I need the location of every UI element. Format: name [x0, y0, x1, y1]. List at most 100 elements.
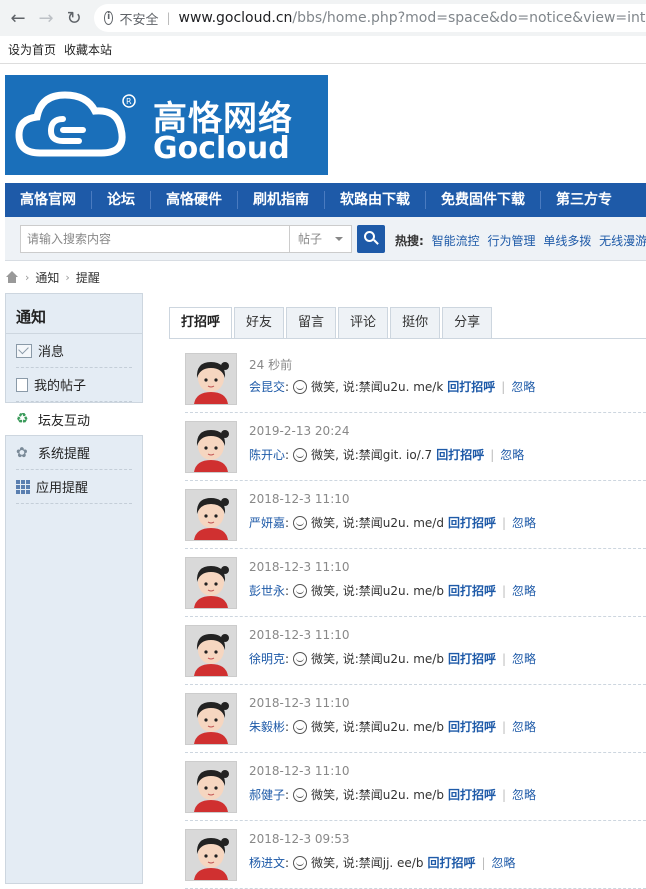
avatar[interactable] [185, 829, 237, 881]
reply-greet-link[interactable]: 回打招呼 [447, 378, 495, 395]
colon: : [285, 651, 290, 666]
notice-line: 朱毅彬: 微笑, 说:禁闻u2u. me/b 回打招呼 | 忽略 [249, 718, 536, 735]
breadcrumb-notice[interactable]: 通知 [35, 269, 59, 286]
search-scope-select[interactable]: 帖子 [290, 225, 352, 253]
notice-user-link[interactable]: 徐明克 [249, 650, 285, 667]
action-separator: | [501, 787, 507, 802]
tab-divider [169, 338, 646, 339]
notice-user-link[interactable]: 郝健子 [249, 786, 285, 803]
hot-term[interactable]: 行为管理 [487, 234, 535, 248]
sidebar-item-interaction[interactable]: ♻ 坛友互动 [5, 402, 143, 436]
nav-soft-router-download[interactable]: 软路由下载 [325, 191, 426, 209]
search-input[interactable]: 请输入搜索内容 [20, 225, 290, 253]
recycle-icon: ♻ [16, 411, 29, 427]
action-separator: | [501, 651, 507, 666]
search-bar: 请输入搜索内容 帖子 热搜: 智能流控 行为管理 单线多拨 无线漫游 [5, 217, 646, 261]
reply-greet-link[interactable]: 回打招呼 [448, 786, 496, 803]
tab-reviews[interactable]: 评论 [338, 307, 389, 338]
notice-message: 微笑, 说:禁闻u2u. me/b [311, 788, 444, 802]
ignore-link[interactable]: 忽略 [512, 718, 536, 735]
avatar[interactable] [185, 489, 237, 541]
smile-icon [293, 583, 308, 598]
nav-hardware[interactable]: 高恪硬件 [151, 191, 238, 209]
notice-user-link[interactable]: 彭世永 [249, 582, 285, 599]
info-icon[interactable]: i [104, 11, 114, 25]
hot-search-label: 热搜: [395, 234, 424, 248]
tab-support[interactable]: 挺你 [390, 307, 441, 338]
notice-line: 会昆交: 微笑, 说:禁闻u2u. me/k 回打招呼 | 忽略 [249, 378, 535, 395]
tab-greet[interactable]: 打招呼 [169, 307, 233, 339]
notice-item: 2018-12-3 11:10 徐明克: 微笑, 说:禁闻u2u. me/b 回打招呼… [185, 617, 646, 685]
ignore-link[interactable]: 忽略 [492, 854, 516, 871]
nav-flash-guide[interactable]: 刷机指南 [238, 191, 325, 209]
notice-user-link[interactable]: 陈开心 [249, 446, 285, 463]
notice-time: 2018-12-3 11:10 [249, 560, 350, 574]
ignore-link[interactable]: 忽略 [500, 446, 524, 463]
smile-icon [293, 447, 308, 462]
notice-user-link[interactable]: 朱毅彬 [249, 718, 285, 735]
sidebar-item-system[interactable]: ✿ 系统提醒 [16, 436, 132, 470]
security-label: 不安全 [119, 12, 159, 28]
tab-share[interactable]: 分享 [442, 307, 493, 338]
tab-friends[interactable]: 好友 [234, 307, 285, 338]
reply-greet-link[interactable]: 回打招呼 [448, 514, 496, 531]
nav-free-firmware[interactable]: 免费固件下载 [426, 191, 541, 209]
top-links: 设为首页 收藏本站 [0, 36, 646, 64]
reply-greet-link[interactable]: 回打招呼 [448, 718, 496, 735]
avatar[interactable] [185, 625, 237, 677]
ignore-link[interactable]: 忽略 [512, 650, 536, 667]
bookmark-site-link[interactable]: 收藏本站 [64, 41, 112, 58]
tab-comments-wall[interactable]: 留言 [286, 307, 337, 338]
reply-greet-link[interactable]: 回打招呼 [448, 582, 496, 599]
ignore-link[interactable]: 忽略 [512, 786, 536, 803]
hot-term[interactable]: 单线多拨 [543, 234, 591, 248]
address-bar[interactable]: i 不安全 | www.gocloud.cn/bbs/home.php?mod=… [94, 4, 646, 32]
avatar[interactable] [185, 353, 237, 405]
colon: : [285, 379, 290, 394]
avatar[interactable] [185, 421, 237, 473]
home-icon[interactable] [5, 271, 19, 283]
avatar[interactable] [185, 761, 237, 813]
hot-term[interactable]: 智能流控 [432, 234, 480, 248]
sidebar-item-label: 系统提醒 [38, 447, 91, 462]
colon: : [285, 447, 290, 462]
hot-term[interactable]: 无线漫游 [599, 234, 646, 248]
nav-forum[interactable]: 论坛 [92, 191, 151, 209]
set-homepage-link[interactable]: 设为首页 [8, 41, 56, 58]
reload-icon[interactable]: ↻ [60, 4, 88, 32]
sidebar-item-messages[interactable]: 消息 [16, 334, 132, 368]
forward-arrow-icon[interactable]: → [32, 4, 60, 32]
breadcrumb: › 通知 › 提醒 [5, 266, 100, 288]
action-separator: | [501, 515, 507, 530]
ignore-link[interactable]: 忽略 [512, 514, 536, 531]
sidebar-item-apps[interactable]: 应用提醒 [16, 470, 132, 504]
reply-greet-link[interactable]: 回打招呼 [436, 446, 484, 463]
chevron-right-icon: › [25, 270, 30, 284]
ignore-link[interactable]: 忽略 [512, 582, 536, 599]
action-separator: | [501, 719, 507, 734]
url-host: www.gocloud.cn [178, 10, 293, 26]
avatar[interactable] [185, 557, 237, 609]
avatar[interactable] [185, 693, 237, 745]
notice-time: 24 秒前 [249, 358, 293, 372]
reply-greet-link[interactable]: 回打招呼 [427, 854, 475, 871]
notice-user-link[interactable]: 严妍嘉 [249, 514, 285, 531]
notice-user-link[interactable]: 会昆交 [249, 378, 285, 395]
back-arrow-icon[interactable]: ← [4, 4, 32, 32]
url-path: /bbs/home.php?mod=space&do=notice&view=i… [292, 10, 646, 26]
ignore-link[interactable]: 忽略 [511, 378, 535, 395]
logo-text-english: Gocloud [153, 131, 290, 166]
site-logo[interactable]: R 高恪网络 Gocloud [5, 75, 328, 175]
nav-third-party[interactable]: 第三方专 [541, 191, 627, 209]
notice-item: 2018-12-3 11:10 郝健子: 微笑, 说:禁闻u2u. me/b 回打招呼… [185, 753, 646, 821]
reply-greet-link[interactable]: 回打招呼 [448, 650, 496, 667]
notice-line: 彭世永: 微笑, 说:禁闻u2u. me/b 回打招呼 | 忽略 [249, 582, 536, 599]
notice-sidebar: 通知 消息 我的帖子 ♻ 坛友互动 ✿ 系统提醒 应用提醒 [5, 293, 143, 884]
notice-user-link[interactable]: 杨进文 [249, 854, 285, 871]
sidebar-item-label: 坛友互动 [38, 413, 91, 429]
grid-icon [16, 479, 30, 494]
sidebar-item-my-posts[interactable]: 我的帖子 [16, 368, 132, 402]
nav-official-site[interactable]: 高恪官网 [5, 191, 92, 209]
search-icon-handle [373, 239, 379, 245]
search-button[interactable] [357, 225, 385, 253]
